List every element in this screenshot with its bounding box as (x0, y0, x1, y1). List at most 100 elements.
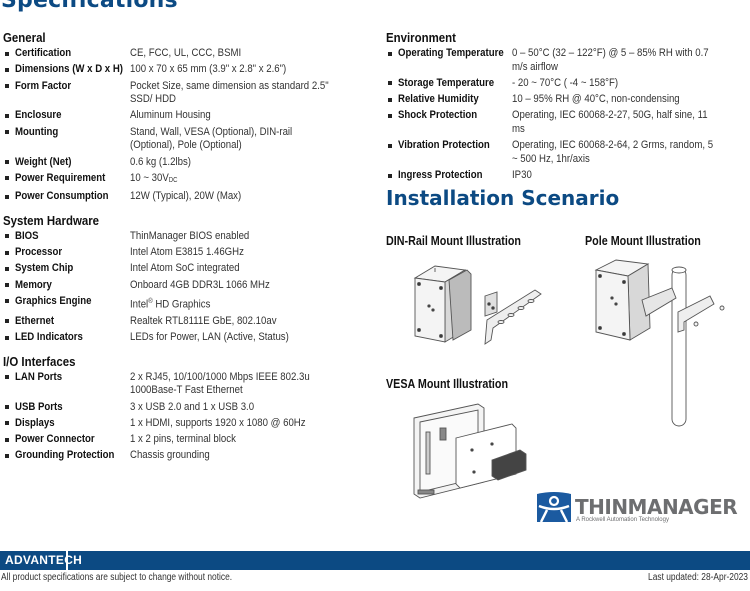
spec-value-text: Operating, IEC 60068-2-64, 2 Grms, rando… (512, 139, 714, 165)
section-heading-general: General (3, 30, 46, 45)
spec-value-text: 0.6 kg (1.2lbs) (130, 155, 191, 168)
spec-row: BIOS ThinManager BIOS enabled (3, 230, 373, 244)
bullet-icon (3, 47, 15, 61)
spec-value: Operating, IEC 60068-2-27, 50G, half sin… (512, 109, 717, 136)
spec-row: Graphics Engine Intel® HD Graphics (3, 295, 373, 312)
spec-value: 2 x RJ45, 10/100/1000 Mbps IEEE 802.3u 1… (130, 371, 339, 398)
bullet-icon (386, 77, 398, 91)
bullet-icon (386, 169, 398, 183)
spec-label: Memory (15, 278, 52, 291)
spec-label: Certification (15, 47, 72, 59)
footer-disclaimer: All product specifications are subject t… (1, 572, 233, 583)
spec-label: Weight (Net) (15, 155, 72, 168)
thinmanager-figure-icon (537, 492, 571, 523)
spec-label: Power Consumption (15, 190, 109, 203)
spec-label: Vibration Protection (398, 139, 490, 152)
spec-label: Shock Protection (398, 109, 478, 122)
pole-mount-title: Pole Mount Illustration (585, 234, 701, 248)
spec-label: LAN Ports (15, 370, 63, 383)
bullet-icon (3, 371, 15, 398)
spec-row: Operating Temperature 0 – 50°C (32 – 122°… (386, 47, 750, 74)
last-updated: Last updated: 28-Apr-2023 (648, 572, 748, 583)
spec-label: Dimensions (W x D x H) (15, 63, 123, 76)
bullet-icon (3, 246, 15, 260)
spec-row: Power Consumption 12W (Typical), 20W (Max… (3, 190, 373, 204)
spec-value-text: 1 x HDMI, supports 1920 x 1080 @ 60Hz (130, 416, 306, 429)
spec-value-subscript: DC (168, 176, 178, 184)
spec-row: Vibration Protection Operating, IEC 60068… (386, 139, 750, 166)
spec-label: Graphics Engine (15, 294, 92, 307)
spec-value: Realtek RTL8111E GbE, 802.10av (130, 315, 339, 329)
spec-row: Power Connector 1 x 2 pins, terminal bloc… (3, 433, 373, 447)
spec-label: Relative Humidity (398, 93, 479, 106)
section-heading-system-hardware: System Hardware (3, 212, 100, 228)
spec-label: Form Factor (15, 79, 72, 92)
spec-row: Ingress Protection IP30 (386, 169, 750, 183)
bullet-icon (3, 262, 15, 276)
spec-value: Onboard 4GB DDR3L 1066 MHz (130, 279, 339, 293)
spec-label: Grounding Protection (15, 449, 115, 462)
environment-spec-list: Operating Temperature 0 – 50°C (32 – 122°… (386, 47, 750, 183)
spec-row: Dimensions (W x D x H) 100 x 70 x 65 mm (… (3, 63, 373, 77)
spec-row: Memory Onboard 4GB DDR3L 1066 MHz (3, 279, 373, 293)
spec-row: Weight (Net) 0.6 kg (1.2lbs) (3, 156, 373, 170)
spec-row: LED Indicators LEDs for Power, LAN (Activ… (3, 331, 373, 345)
spec-value-text: HD Graphics (152, 298, 211, 311)
spec-value-text: LEDs for Power, LAN (Active, Status) (130, 331, 289, 344)
spec-value-text: 1 x 2 pins, terminal block (130, 433, 236, 446)
spec-value-text: - 20 ~ 70°C ( -4 ~ 158°F) (512, 76, 619, 89)
spec-label: BIOS (15, 229, 39, 242)
spec-value-text: CE, FCC, UL, CCC, BSMI (130, 47, 242, 59)
spec-label: USB Ports (15, 400, 63, 413)
spec-value: Aluminum Housing (130, 109, 339, 123)
spec-value: 0.6 kg (1.2lbs) (130, 156, 339, 170)
spec-value-prefix: Intel (130, 298, 149, 311)
spec-label: System Chip (15, 262, 74, 275)
din-rail-title: DIN-Rail Mount Illustration (386, 234, 521, 248)
spec-label: Operating Temperature (398, 47, 504, 59)
bullet-icon (386, 109, 398, 136)
spec-value: CE, FCC, UL, CCC, BSMI (130, 47, 339, 61)
spec-label: Processor (15, 246, 63, 259)
spec-value: ThinManager BIOS enabled (130, 230, 339, 244)
advantech-logo: ADVANTECH (0, 551, 82, 570)
spec-value-text: 3 x USB 2.0 and 1 x USB 3.0 (130, 400, 255, 413)
bullet-icon (3, 295, 15, 312)
spec-value-text: ThinManager BIOS enabled (130, 229, 250, 242)
spec-value: 1 x HDMI, supports 1920 x 1080 @ 60Hz (130, 417, 339, 431)
spec-row: Enclosure Aluminum Housing (3, 109, 373, 123)
spec-value: Intel Atom SoC integrated (130, 262, 339, 276)
footer-bar (0, 551, 750, 570)
spec-row: Displays 1 x HDMI, supports 1920 x 1080 @… (3, 417, 373, 431)
spec-row: Processor Intel Atom E3815 1.46GHz (3, 246, 373, 260)
spec-value: Operating, IEC 60068-2-64, 2 Grms, rando… (512, 139, 717, 166)
bullet-icon (3, 109, 15, 123)
vesa-mount-title: VESA Mount Illustration (386, 377, 509, 391)
spec-value: 10 ~ 30VDC (130, 172, 339, 188)
thinmanager-logo: THINMANAGER A Rockwell Automation Techno… (535, 492, 750, 528)
spec-value: IP30 (512, 169, 717, 183)
bullet-icon (3, 172, 15, 188)
bullet-icon (3, 315, 15, 329)
spec-value: 10 – 95% RH @ 40°C, non-condensing (512, 93, 717, 107)
spec-row: System Chip Intel Atom SoC integrated (3, 262, 373, 276)
bullet-icon (3, 80, 15, 107)
general-spec-list: Certification CE, FCC, UL, CCC, BSMI Dimen… (3, 47, 373, 204)
spec-value: LEDs for Power, LAN (Active, Status) (130, 331, 339, 345)
bullet-icon (3, 190, 15, 204)
bullet-icon (386, 47, 398, 74)
spec-label: Power Connector (15, 433, 95, 446)
bullet-icon (3, 63, 15, 77)
left-column: General Certification CE, FCC, UL, CCC, B… (3, 30, 373, 472)
spec-row: Certification CE, FCC, UL, CCC, BSMI (3, 47, 373, 61)
spec-row: Grounding Protection Chassis grounding (3, 449, 373, 463)
spec-value: Intel® HD Graphics (130, 295, 339, 312)
spec-row: Relative Humidity 10 – 95% RH @ 40°C, non… (386, 93, 750, 107)
spec-value-text: IP30 (512, 169, 532, 182)
section-heading-io-interfaces: I/O Interfaces (3, 353, 76, 369)
spec-value-text: Realtek RTL8111E GbE, 802.10av (130, 314, 277, 327)
spec-value-text: 10 – 95% RH @ 40°C, non-condensing (512, 93, 680, 106)
bullet-icon (3, 401, 15, 415)
spec-row: Shock Protection Operating, IEC 60068-2-2… (386, 109, 750, 136)
pole-mount-illustration (594, 259, 725, 427)
